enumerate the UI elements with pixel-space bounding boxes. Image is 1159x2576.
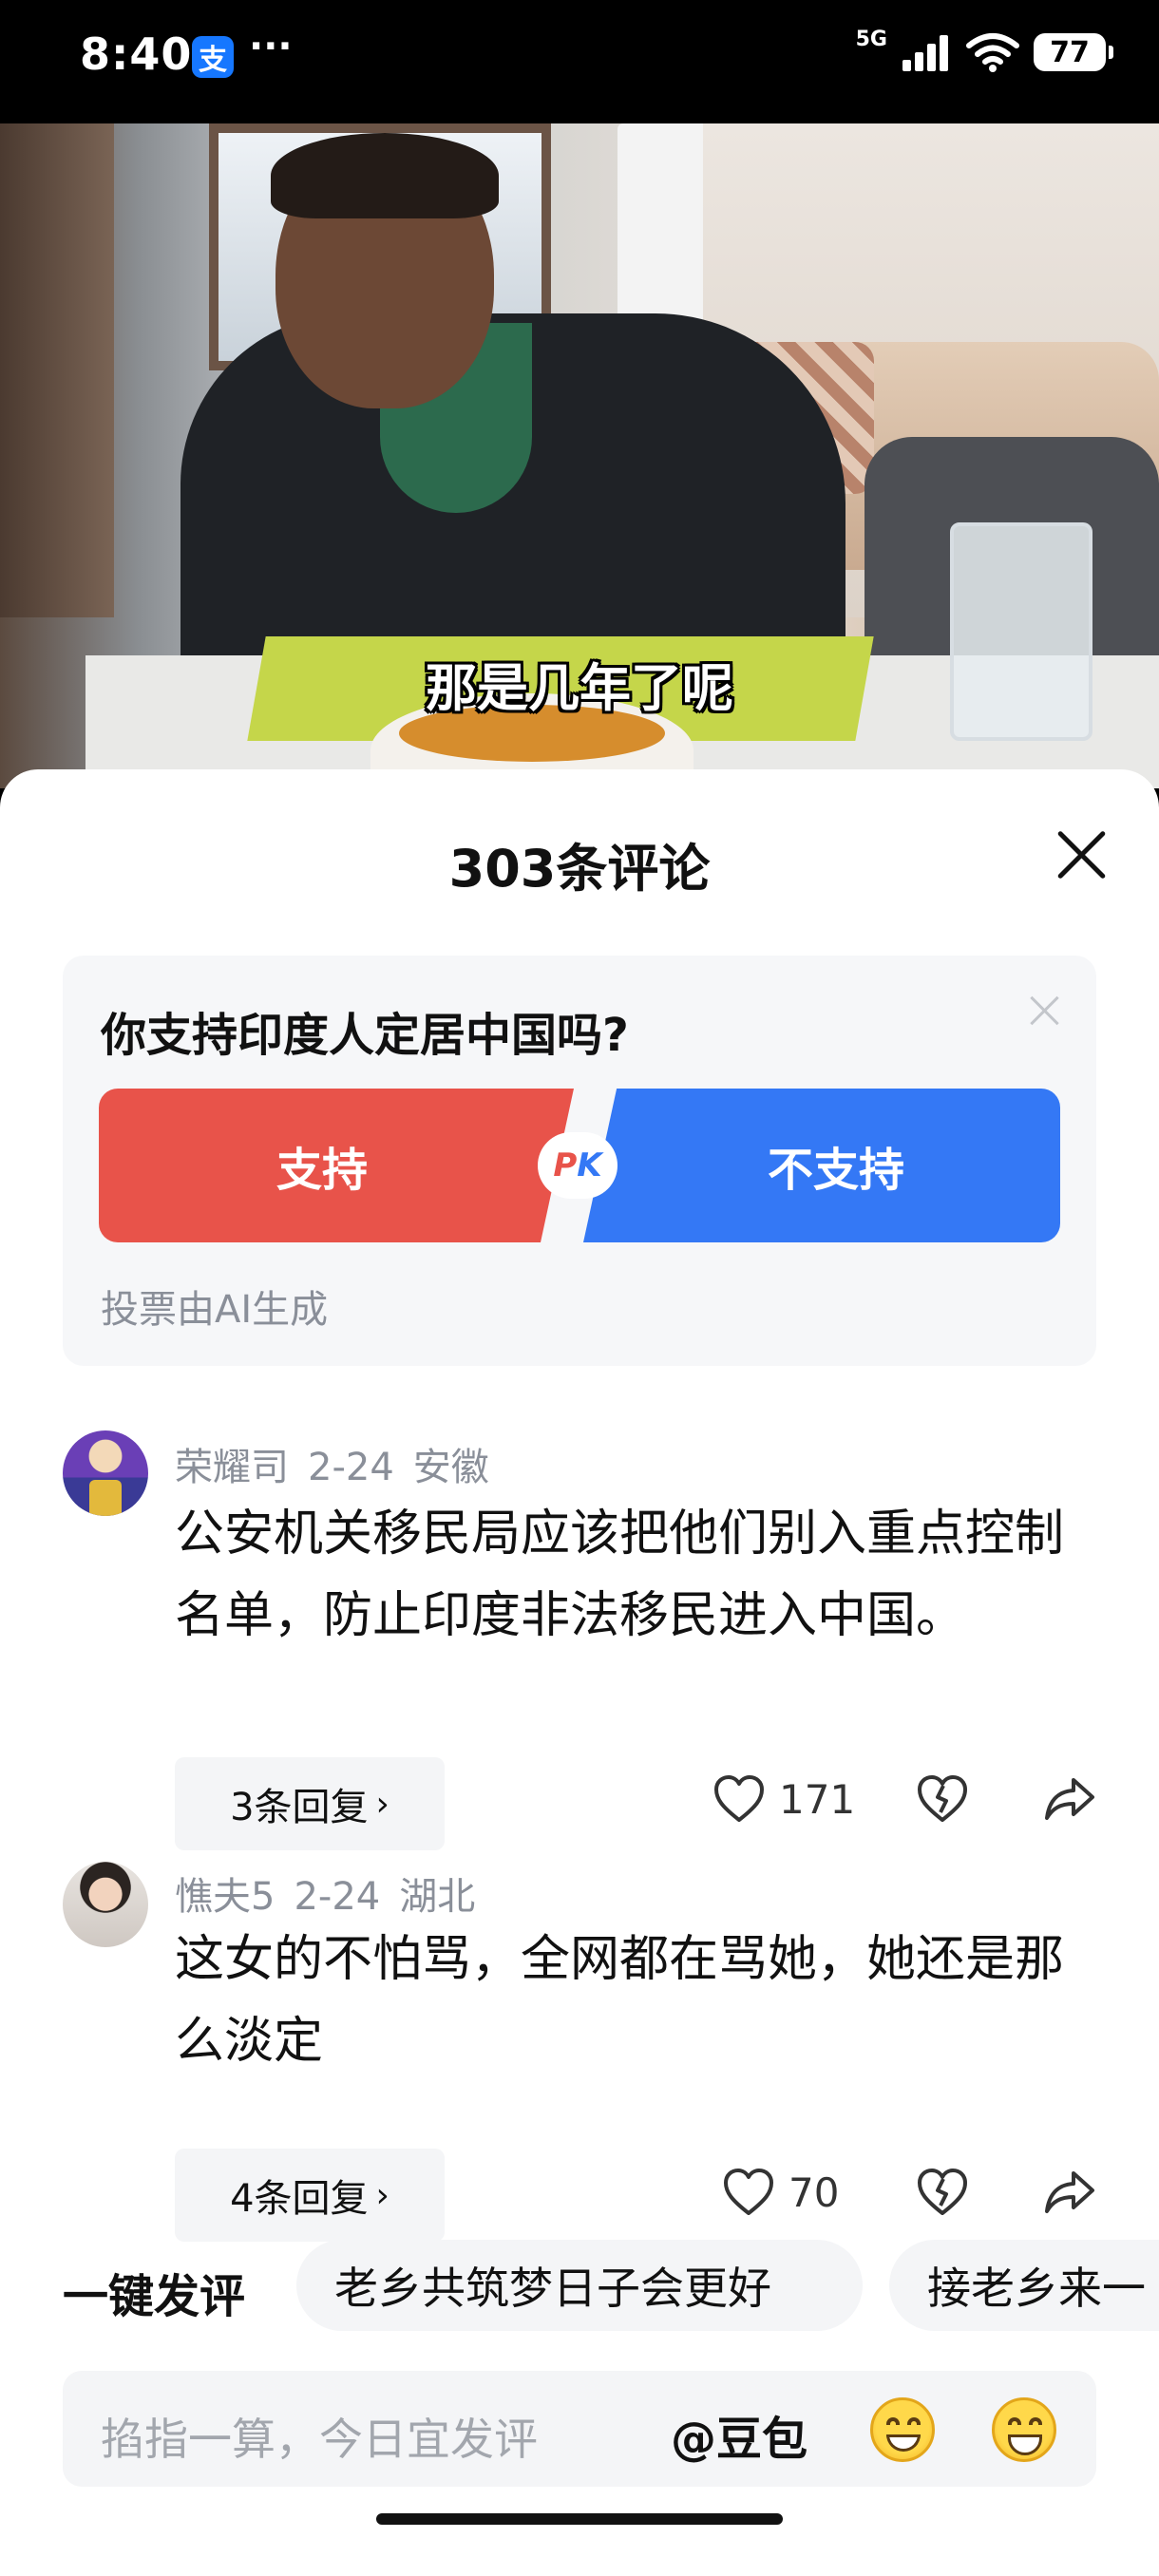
view-replies-button[interactable]: 4条回复 › [175,2149,445,2242]
dislike-button[interactable] [916,2168,969,2217]
share-icon [1045,1778,1094,1820]
vote-support-label: 支持 [276,1144,368,1197]
comment-location: 湖北 [399,1875,476,1919]
signal-icon [902,35,948,71]
comment-date: 2-24 [308,1446,394,1489]
video-subtitle: 那是几年了呢 [426,658,733,718]
poll-ai-note: 投票由AI生成 [101,1288,329,1332]
like-count: 171 [779,1775,856,1823]
wifi-icon [966,33,1019,72]
pk-letter-p: P [553,1146,578,1184]
status-bar: 8:40 支 ··· 5G 77 [0,0,1159,123]
avatar[interactable] [63,1862,148,1947]
poll-close-icon[interactable] [1028,994,1062,1028]
close-icon[interactable] [1053,826,1110,883]
broken-heart-icon [918,2169,967,2215]
broken-heart-icon [918,1775,967,1822]
view-replies-button[interactable]: 3条回复 › [175,1757,445,1850]
chevron-right-icon: › [375,2175,390,2215]
dislike-button[interactable] [916,1774,969,1824]
more-notifications-icon: ··· [249,25,293,68]
comment-meta: 荣耀司 2-24 安徽 [175,1436,508,1491]
comment-text: 这女的不怕骂，全网都在骂她，她还是那么淡定 [175,1931,1065,2070]
video-scene-hair [271,133,499,218]
alipay-icon: 支 [192,36,234,78]
comments-count-title: 303条评论 [448,839,711,899]
battery-icon: 77 [1034,33,1113,71]
laugh-emoji-icon[interactable] [992,2397,1056,2462]
comment-input-placeholder: 掐指一算，今日宜发评 [101,2414,538,2465]
grin-emoji-icon[interactable] [870,2397,935,2462]
share-icon [1045,2171,1094,2213]
quick-comment-label: 一键发评 [63,2270,246,2323]
emoji-eye [1029,2417,1042,2425]
vote-support-button[interactable]: 支持 [99,1089,574,1242]
battery-level: 77 [1050,35,1090,69]
heart-icon [724,2169,773,2215]
vote-oppose-label: 不支持 [767,1144,904,1197]
avatar[interactable] [63,1430,148,1516]
comment-input[interactable]: 掐指一算，今日宜发评 @豆包 [63,2371,1096,2487]
mention-doubao-button[interactable]: @豆包 [671,2401,808,2468]
status-indicators: 5G 77 [856,28,1113,72]
comment-author[interactable]: 憔夫5 [175,1875,275,1919]
like-button[interactable]: 70 [722,2168,839,2217]
emoji-mouth [1008,2434,1042,2455]
comment-location: 安徽 [412,1446,489,1489]
video-scene [0,123,114,617]
vote-oppose-button[interactable]: 不支持 [583,1089,1060,1242]
comment-meta: 憔夫5 2-24 湖北 [175,1866,494,1921]
chevron-right-icon: › [375,1784,390,1824]
pk-letter-k: K [577,1146,602,1184]
network-type: 5G [855,27,887,51]
emoji-eye [886,2417,900,2425]
like-count: 70 [788,2169,840,2216]
poll-card: 你支持印度人定居中国吗? 支持 不支持 PK 投票由AI生成 [63,956,1096,1366]
like-button[interactable]: 171 [712,1774,855,1824]
comment-author[interactable]: 荣耀司 [175,1446,289,1489]
replies-label: 3条回复 [230,1786,369,1829]
home-indicator[interactable] [376,2513,783,2525]
comment-text: 公安机关移民局应该把他们别入重点控制名单，防止印度非法移民进入中国。 [175,1506,1065,1644]
quick-comment-row: 一键发评 老乡共筑梦日子会更好 接老乡来一 [0,2240,1159,2331]
replies-label: 4条回复 [230,2177,369,2221]
poll-question: 你支持印度人定居中国吗? [101,1009,629,1062]
video-player[interactable]: 那是几年了呢 [0,123,1159,788]
status-time: 8:40 [80,28,193,80]
emoji-eye [1008,2417,1021,2425]
emoji-mouth [886,2434,921,2452]
comment-date: 2-24 [294,1875,381,1919]
quick-comment-chip[interactable]: 老乡共筑梦日子会更好 [296,2240,863,2331]
share-button[interactable] [1043,1774,1096,1824]
share-button[interactable] [1043,2168,1096,2217]
comments-sheet: 303条评论 你支持印度人定居中国吗? 支持 不支持 PK 投票由AI生成 荣耀… [0,769,1159,2576]
quick-comment-chip[interactable]: 接老乡来一 [889,2240,1159,2331]
heart-icon [714,1775,764,1822]
pk-badge: PK [538,1132,618,1199]
emoji-eye [907,2417,921,2425]
